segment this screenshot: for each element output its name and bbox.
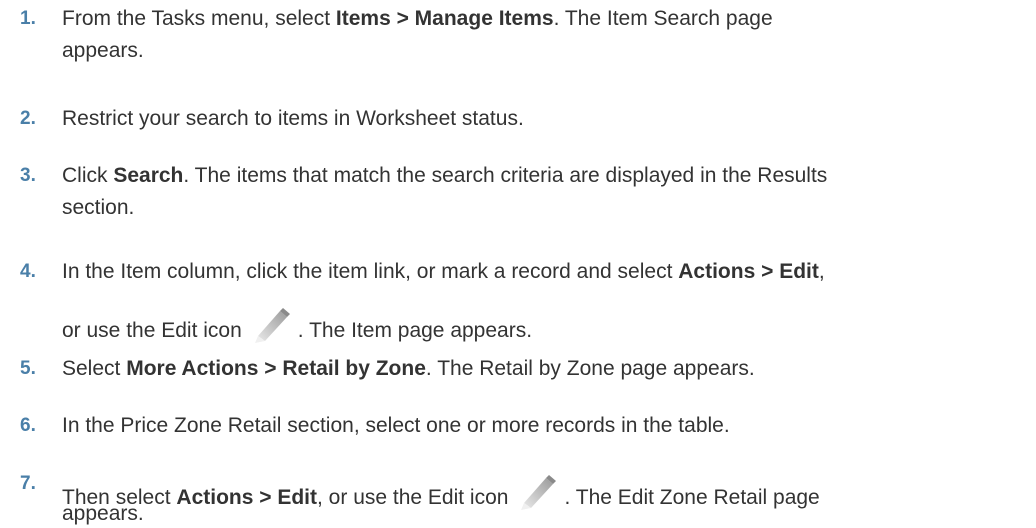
instruction-text: . The items that match the search criter… [183, 164, 828, 187]
procedure-steps: 1. From the Tasks menu, select Items > Ma… [0, 0, 1036, 525]
instruction-text: appears. [62, 502, 144, 525]
step-line: Restrict your search to items in Workshe… [62, 105, 524, 133]
instruction-text: In the Price Zone Retail section, select… [62, 414, 730, 437]
instruction-text: . The Retail by Zone page appears. [425, 357, 755, 380]
instruction-text: . The Edit Zone Retail page [564, 486, 820, 509]
step-line: appears. [62, 500, 144, 528]
step-number: 4. [20, 261, 36, 282]
step-number: 2. [20, 108, 36, 129]
instruction-text: In the Item column, click the item link,… [62, 260, 679, 283]
instruction-text: Select [62, 357, 127, 380]
instruction-text: Click [62, 164, 114, 187]
step-line: Then select Actions > Edit, or use the E… [62, 470, 820, 512]
step-line: or use the Edit icon . The Item page appe… [62, 303, 532, 345]
instruction-text: , or use the Edit icon [317, 486, 509, 509]
step-line: In the Price Zone Retail section, select… [62, 412, 730, 440]
instruction-text: Restrict your search to items in Workshe… [62, 107, 524, 130]
step-line: In the Item column, click the item link,… [62, 258, 825, 286]
step-line: appears. [62, 37, 144, 65]
ui-path-emphasis: Search [113, 164, 184, 187]
step-line: Click Search. The items that match the s… [62, 162, 827, 190]
edit-pencil-icon [250, 303, 294, 343]
ui-path-emphasis: Actions > Edit [176, 486, 318, 509]
ui-path-emphasis: More Actions > Retail by Zone [126, 357, 426, 380]
step-number: 1. [20, 8, 36, 29]
instruction-text: or use the Edit icon [62, 319, 242, 342]
instruction-text: appears. [62, 39, 144, 62]
edit-pencil-icon [516, 470, 560, 510]
ui-path-emphasis: Actions > Edit [678, 260, 819, 283]
instruction-text: , [818, 260, 825, 283]
instruction-text: . The Item Search page [553, 7, 773, 30]
ui-path-emphasis: Items > Manage Items [335, 7, 554, 30]
instruction-text: . The Item page appears. [297, 319, 533, 342]
step-line: Select More Actions > Retail by Zone. Th… [62, 355, 755, 383]
step-line: From the Tasks menu, select Items > Mana… [62, 5, 773, 33]
step-line: section. [62, 194, 134, 222]
step-number: 5. [20, 358, 36, 379]
instruction-text: From the Tasks menu, select [62, 7, 336, 30]
step-number: 7. [20, 473, 36, 494]
step-number: 6. [20, 415, 36, 436]
instruction-text: section. [62, 196, 135, 219]
step-number: 3. [20, 165, 36, 186]
